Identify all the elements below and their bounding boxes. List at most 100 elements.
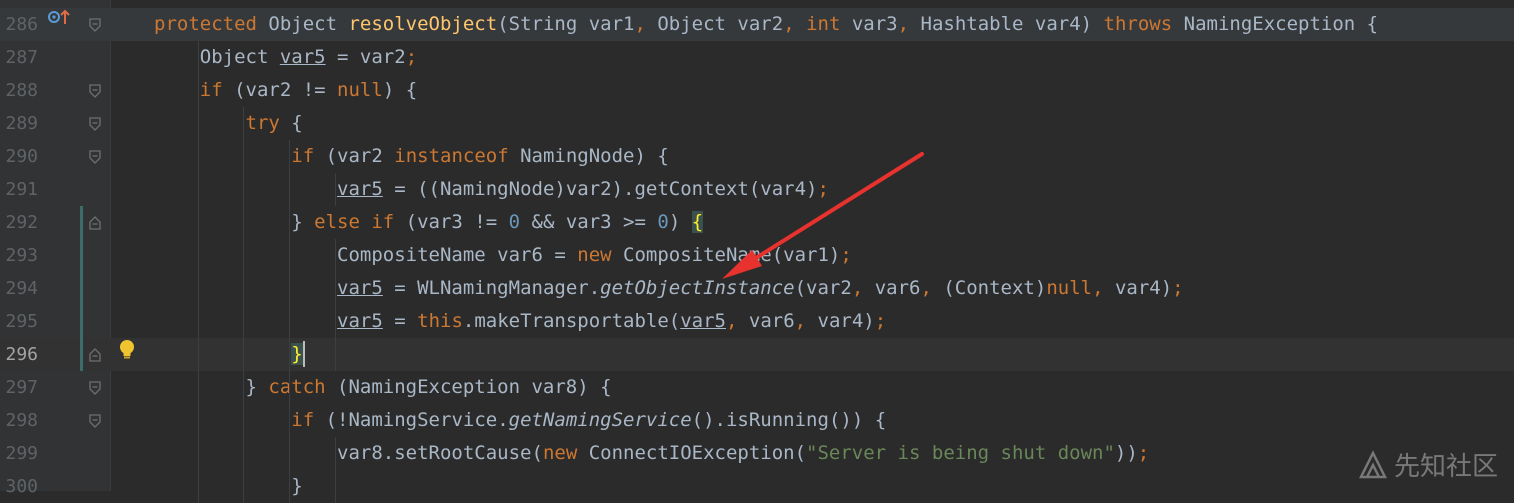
fold-start-icon[interactable]: [88, 117, 102, 131]
line-number[interactable]: 300: [0, 470, 38, 503]
code-text[interactable]: protected Object resolveObject(String va…: [154, 8, 1378, 41]
code-token: && var3 >=: [520, 211, 658, 233]
indent-guide: [243, 107, 245, 503]
code-token: new: [542, 442, 589, 464]
code-line[interactable]: 287 Object var5 = var2;: [0, 41, 1514, 74]
line-number[interactable]: 288: [0, 74, 38, 107]
code-token: }: [291, 343, 303, 365]
code-line[interactable]: 288 if (var2 != null) {: [0, 74, 1514, 107]
code-token: if: [199, 79, 235, 101]
code-token: = var2: [325, 46, 406, 68]
code-token: var5: [680, 310, 726, 332]
code-text[interactable]: } catch (NamingException var8) {: [154, 371, 612, 404]
code-token: instanceof: [394, 145, 521, 167]
code-line[interactable]: 295 var5 = this.makeTransportable(var5, …: [0, 305, 1514, 338]
line-number[interactable]: 298: [0, 404, 38, 437]
line-number[interactable]: 295: [0, 305, 38, 338]
code-token: ): [668, 211, 692, 233]
code-token: Object var2: [657, 13, 784, 35]
code-text[interactable]: var5 = ((NamingNode)var2).getContext(var…: [154, 173, 829, 206]
code-token: ;: [405, 46, 418, 68]
fold-start-icon[interactable]: [88, 381, 102, 395]
code-text[interactable]: Object var5 = var2;: [154, 41, 417, 74]
code-editor[interactable]: 286 protected Object resolveObject(String…: [0, 0, 1514, 503]
code-line[interactable]: 291 var5 = ((NamingNode)var2).getContext…: [0, 173, 1514, 206]
code-token: =: [382, 310, 418, 332]
code-line[interactable]: 298 if (!NamingService.getNamingService(…: [0, 404, 1514, 437]
code-line[interactable]: 299 var8.setRootCause(new ConnectIOExcep…: [0, 437, 1514, 470]
code-text[interactable]: var5 = WLNamingManager.getObjectInstance…: [154, 272, 1184, 305]
code-token: Hashtable var4): [920, 13, 1104, 35]
line-number[interactable]: 299: [0, 437, 38, 470]
line-number[interactable]: 297: [0, 371, 38, 404]
line-number[interactable]: 293: [0, 239, 38, 272]
code-token: 0: [657, 211, 669, 233]
code-text[interactable]: } else if (var3 != 0 && var3 >= 0) {: [154, 206, 704, 239]
code-token: }: [154, 475, 303, 497]
code-token: catch: [268, 376, 338, 398]
override-method-icon[interactable]: [48, 8, 72, 30]
code-line[interactable]: 289 try {: [0, 107, 1514, 140]
code-token: (Context): [943, 277, 1047, 299]
code-line[interactable]: 297 } catch (NamingException var8) {: [0, 371, 1514, 404]
code-token: ,: [794, 310, 818, 332]
code-token: Object: [268, 13, 349, 35]
code-line[interactable]: 296 }: [0, 338, 1514, 371]
vcs-change-marker[interactable]: [80, 206, 83, 371]
code-token: var4): [817, 310, 875, 332]
line-number[interactable]: 294: [0, 272, 38, 305]
code-token: int: [806, 13, 852, 35]
code-token: Object: [154, 46, 280, 68]
line-number[interactable]: 290: [0, 140, 38, 173]
code-text[interactable]: if (!NamingService.getNamingService().is…: [154, 404, 886, 437]
line-number[interactable]: 289: [0, 107, 38, 140]
lightbulb-icon[interactable]: [118, 339, 136, 365]
code-token: getObjectInstance: [600, 277, 795, 299]
code-text[interactable]: var5 = this.makeTransportable(var5, var6…: [154, 305, 886, 338]
code-line[interactable]: 300 }: [0, 470, 1514, 503]
code-token: var4): [1114, 277, 1173, 299]
line-number[interactable]: 292: [0, 206, 38, 239]
fold-start-icon[interactable]: [88, 414, 102, 428]
code-text[interactable]: }: [154, 338, 303, 371]
code-text[interactable]: if (var2 instanceof NamingNode) {: [154, 140, 669, 173]
line-number[interactable]: 291: [0, 173, 38, 206]
line-number[interactable]: 287: [0, 41, 38, 74]
code-token: ;: [840, 244, 852, 266]
code-text[interactable]: CompositeName var6 = new CompositeName(v…: [154, 239, 852, 272]
code-token: (var2: [794, 277, 852, 299]
fold-start-icon[interactable]: [88, 18, 102, 32]
code-token: if: [291, 409, 326, 431]
code-line[interactable]: 286 protected Object resolveObject(String…: [0, 8, 1514, 41]
code-text[interactable]: try {: [154, 107, 303, 140]
code-token: ;: [1137, 442, 1150, 464]
line-number[interactable]: 286: [0, 8, 38, 41]
code-token: new: [577, 244, 624, 266]
fold-end-icon[interactable]: [88, 216, 102, 230]
code-text[interactable]: var8.setRootCause(new ConnectIOException…: [154, 437, 1149, 470]
code-token: throws: [1103, 13, 1184, 35]
code-line[interactable]: 293 CompositeName var6 = new CompositeNa…: [0, 239, 1514, 272]
code-line[interactable]: 292 } else if (var3 != 0 && var3 >= 0) {: [0, 206, 1514, 239]
fold-start-icon[interactable]: [88, 84, 102, 98]
code-line[interactable]: 294 var5 = WLNamingManager.getObjectInst…: [0, 272, 1514, 305]
code-token: (var3 !=: [405, 211, 509, 233]
code-token: ().isRunning()) {: [691, 409, 887, 431]
code-line[interactable]: 290 if (var2 instanceof NamingNode) {: [0, 140, 1514, 173]
code-text[interactable]: }: [154, 470, 303, 503]
code-token: ;: [874, 310, 887, 332]
fold-end-icon[interactable]: [88, 348, 102, 362]
code-token: = WLNamingManager.: [382, 277, 601, 299]
fold-start-icon[interactable]: [88, 150, 102, 164]
code-token: protected: [154, 13, 269, 35]
code-token: try: [245, 112, 292, 134]
watermark-text: 先知社区: [1393, 452, 1498, 482]
line-number[interactable]: 296: [0, 338, 38, 371]
code-text[interactable]: if (var2 != null) {: [154, 74, 417, 107]
code-token: var5: [279, 46, 326, 68]
